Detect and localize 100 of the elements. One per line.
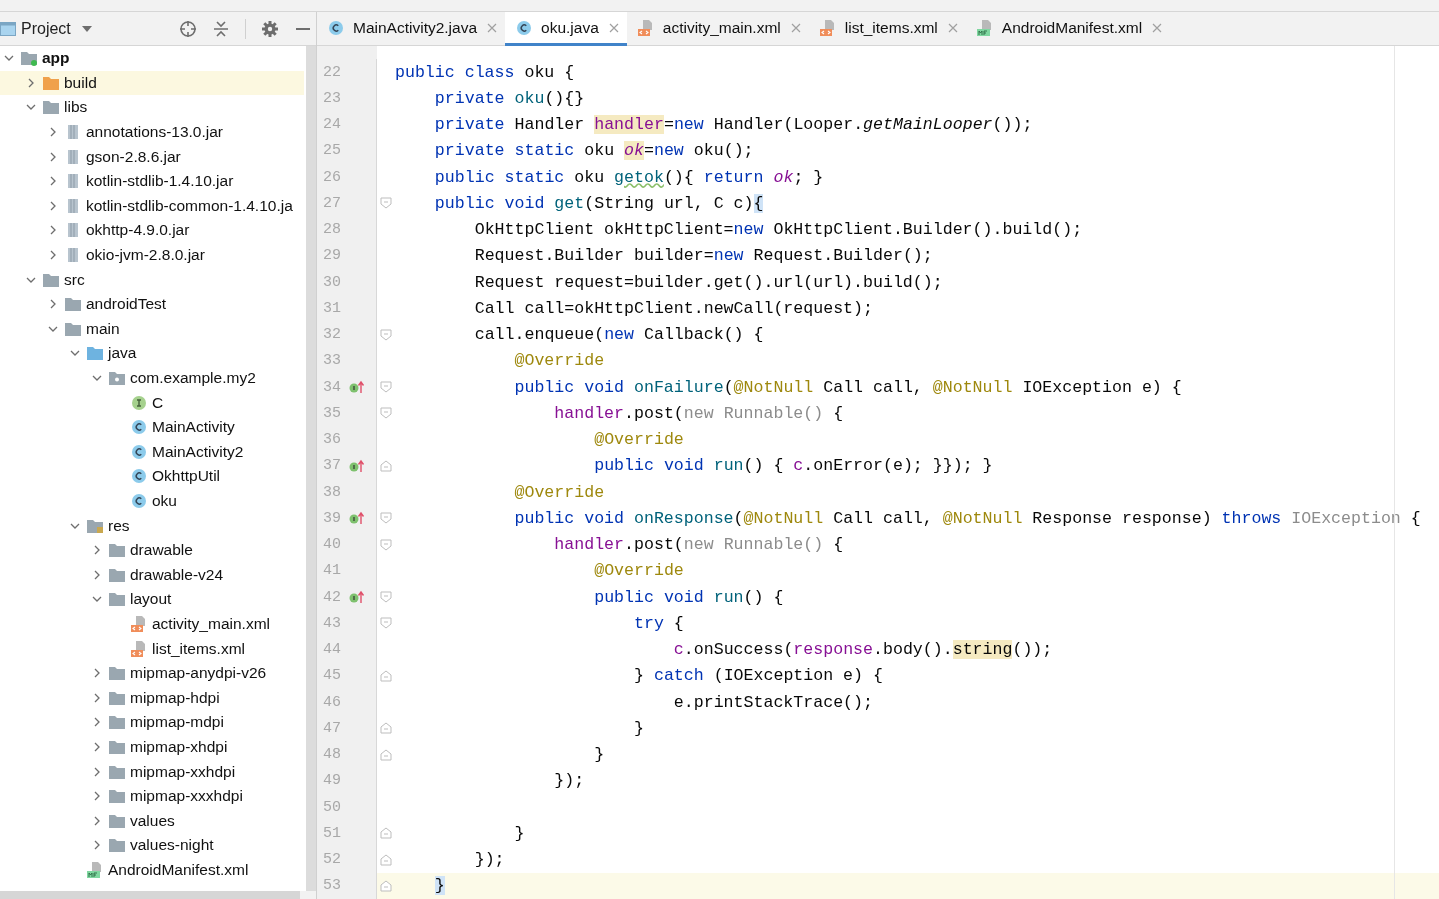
keyword: try	[634, 613, 665, 633]
tree-item[interactable]: drawable	[0, 537, 304, 563]
tree-item[interactable]: androidTest	[0, 291, 304, 317]
tree-item[interactable]: libs	[0, 95, 304, 120]
field-name: handler	[554, 535, 625, 555]
editor-tab[interactable]: MainActivity2.java	[317, 12, 506, 46]
settings-icon[interactable]	[261, 19, 279, 38]
class-icon	[130, 443, 148, 460]
tree-item[interactable]: layout	[0, 587, 304, 612]
keyword: new	[604, 325, 635, 345]
implements-marker-icon[interactable]	[349, 380, 365, 395]
collapsed-chevron-icon[interactable]	[92, 692, 102, 703]
tree-item[interactable]: mipmap-mdpi	[0, 710, 304, 735]
line-number: 31	[322, 299, 341, 317]
collapsed-chevron-icon[interactable]	[48, 299, 58, 310]
editor-tab[interactable]: list_items.xml	[808, 12, 966, 46]
tree-item[interactable]: main	[0, 316, 304, 342]
class-icon	[130, 468, 148, 485]
dropdown-caret-icon	[81, 25, 92, 32]
collapsed-chevron-icon[interactable]	[92, 545, 102, 556]
scrollbar[interactable]	[306, 46, 316, 891]
collapsed-chevron-icon[interactable]	[48, 250, 58, 261]
editor-tab[interactable]: oku.java	[505, 12, 627, 46]
window-icon	[0, 21, 16, 36]
tree-item[interactable]: MainActivity	[0, 414, 304, 440]
tree-item[interactable]: mipmap-xxxhdpi	[0, 783, 304, 809]
module-folder-icon	[20, 50, 38, 67]
manifest-file-icon	[86, 861, 104, 878]
code-text: oku();	[693, 141, 754, 161]
collapsed-chevron-icon[interactable]	[92, 668, 102, 679]
implements-marker-icon[interactable]	[349, 458, 365, 473]
code-text: });	[474, 850, 505, 870]
tree-item[interactable]: build	[0, 70, 304, 96]
tree-item[interactable]: mipmap-xhdpi	[0, 734, 304, 760]
tree-item[interactable]: kotlin-stdlib-1.4.10.jar	[0, 168, 304, 194]
tree-item[interactable]: src	[0, 267, 304, 292]
tree-item[interactable]: okio-jvm-2.8.0.jar	[0, 242, 304, 268]
implements-marker-icon[interactable]	[349, 590, 365, 605]
folder-icon	[108, 837, 126, 854]
locate-icon[interactable]	[179, 19, 197, 38]
line-number: 41	[322, 562, 341, 580]
tree-item[interactable]: app	[0, 46, 304, 71]
line-number: 34	[322, 378, 341, 396]
keyword: return	[703, 167, 765, 187]
collapsed-chevron-icon[interactable]	[92, 815, 102, 826]
collapsed-chevron-icon[interactable]	[26, 77, 36, 88]
collapsed-chevron-icon[interactable]	[48, 225, 58, 236]
tree-item[interactable]: values-night	[0, 833, 304, 858]
tree-item[interactable]: drawable-v24	[0, 562, 304, 588]
editor-tab[interactable]: AndroidManifest.xml	[965, 12, 1171, 46]
expanded-chevron-icon[interactable]	[92, 373, 102, 383]
editor-tab[interactable]: activity_main.xml	[626, 12, 809, 46]
annotation: @Override	[514, 351, 605, 371]
tree-item[interactable]: okhttp-4.9.0.jar	[0, 218, 304, 243]
collapsed-chevron-icon[interactable]	[92, 840, 102, 851]
tree-item[interactable]: OkhttpUtil	[0, 464, 304, 489]
tree-item[interactable]: AndroidManifest.xml	[0, 857, 304, 883]
tree-item[interactable]: C	[0, 390, 304, 415]
method-name: oku	[514, 88, 545, 108]
collapsed-chevron-icon[interactable]	[92, 569, 102, 580]
tree-item[interactable]: values	[0, 808, 304, 833]
tree-item[interactable]: com.example.my2	[0, 365, 304, 391]
tree-item[interactable]: activity_main.xml	[0, 611, 304, 637]
line-number: 43	[322, 614, 341, 632]
collapsed-chevron-icon[interactable]	[48, 151, 58, 162]
code-text: Call call=okHttpClient.newCall(request);	[474, 298, 873, 318]
xml-file-icon	[636, 19, 655, 36]
tree-item[interactable]: mipmap-anydpi-v26	[0, 660, 304, 686]
code-text: }	[634, 666, 645, 686]
code-text: oku	[584, 141, 616, 161]
collapsed-chevron-icon[interactable]	[48, 200, 58, 211]
tree-item[interactable]: annotations-13.0.jar	[0, 119, 304, 145]
code-text: Request.Builder builder=	[474, 246, 714, 266]
implements-marker-icon[interactable]	[349, 511, 365, 526]
tree-item[interactable]: kotlin-stdlib-common-1.4.10.ja	[0, 193, 304, 219]
collapsed-chevron-icon[interactable]	[92, 717, 102, 728]
unused-code: new Runnable()	[683, 535, 825, 555]
project-view-selector[interactable]: Project	[0, 19, 92, 38]
tree-item[interactable]: MainActivity2	[0, 439, 304, 465]
line-number: 49	[322, 772, 341, 790]
collapsed-chevron-icon[interactable]	[48, 127, 58, 138]
tree-item[interactable]: list_items.xml	[0, 636, 304, 661]
collapsed-chevron-icon[interactable]	[92, 791, 102, 802]
matched-brace: {	[753, 193, 764, 213]
scrollbar[interactable]	[0, 891, 316, 899]
collapsed-chevron-icon[interactable]	[48, 176, 58, 187]
close-icon[interactable]	[608, 22, 619, 33]
collapse-all-icon[interactable]	[212, 19, 230, 38]
tree-item[interactable]: mipmap-hdpi	[0, 685, 304, 711]
collapsed-chevron-icon[interactable]	[92, 741, 102, 752]
tree-item[interactable]: res	[0, 513, 304, 538]
collapsed-chevron-icon[interactable]	[92, 766, 102, 777]
code-text: oku {	[524, 62, 575, 82]
tree-item[interactable]: oku	[0, 488, 304, 514]
tree-item[interactable]: gson-2.8.6.jar	[0, 144, 304, 169]
keyword: new	[713, 246, 745, 266]
folder-icon	[64, 320, 82, 337]
tree-item[interactable]: mipmap-xxhdpi	[0, 759, 304, 784]
code-text: IOException e) {	[1022, 377, 1182, 397]
tree-item[interactable]: java	[0, 341, 304, 366]
